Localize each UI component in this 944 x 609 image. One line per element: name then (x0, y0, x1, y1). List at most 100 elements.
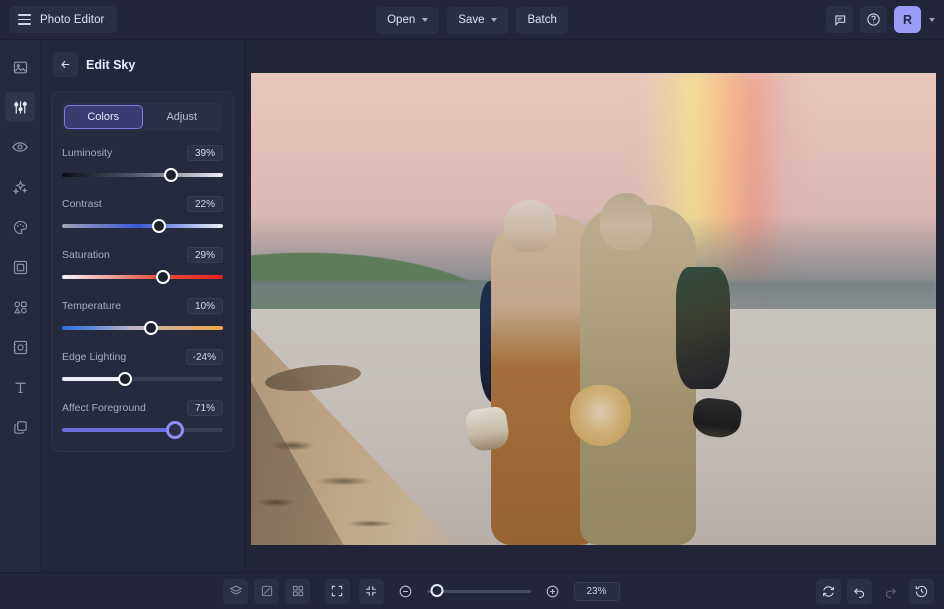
slider-track (62, 173, 223, 177)
zoom-level-value[interactable]: 23% (574, 582, 620, 601)
zoom-slider-handle[interactable] (430, 584, 443, 597)
reset-button[interactable] (816, 579, 841, 604)
grid-button[interactable] (285, 579, 310, 604)
rail-item-effects[interactable] (5, 172, 35, 202)
bottom-bar: 23% (0, 572, 944, 609)
rail-item-transform[interactable] (5, 332, 35, 362)
slider-handle[interactable] (118, 372, 132, 386)
slider-value[interactable]: -24% (186, 349, 223, 365)
slider-label: Affect Foreground (62, 402, 146, 414)
slider-handle[interactable] (164, 168, 178, 182)
compare-button[interactable] (254, 579, 279, 604)
hamburger-icon[interactable] (18, 14, 31, 25)
slider-handle[interactable] (156, 270, 170, 284)
rail-item-text[interactable] (5, 372, 35, 402)
arrow-left-icon (59, 58, 72, 71)
slider-track-area[interactable] (62, 372, 223, 386)
rail-item-image[interactable] (5, 52, 35, 82)
undo-icon (852, 584, 867, 599)
app-menu-button[interactable]: Photo Editor (9, 6, 117, 33)
slider-value[interactable]: 10% (187, 298, 223, 314)
comment-button[interactable] (826, 6, 853, 33)
bottom-right-tools (816, 579, 934, 604)
comment-icon (833, 13, 847, 27)
open-button[interactable]: Open (376, 7, 439, 34)
rail-item-adjust[interactable] (5, 92, 35, 122)
slider-handle[interactable] (152, 219, 166, 233)
photo-straw-hat (570, 385, 632, 446)
history-button[interactable] (909, 579, 934, 604)
app-title: Photo Editor (40, 14, 105, 26)
layers-button[interactable] (223, 579, 248, 604)
slider-label: Edge Lighting (62, 351, 126, 363)
panel-header: Edit Sky (51, 52, 234, 77)
rail-item-layers[interactable] (5, 412, 35, 442)
fill-screen-button[interactable] (359, 579, 384, 604)
back-button[interactable] (53, 52, 78, 77)
image-icon (12, 59, 29, 76)
tab-adjust[interactable]: Adjust (143, 105, 222, 129)
canvas-area[interactable] (245, 40, 944, 572)
slider-value[interactable]: 29% (187, 247, 223, 263)
undo-button[interactable] (847, 579, 872, 604)
slider-contrast: Contrast 22% (62, 196, 223, 233)
fit-screen-button[interactable] (325, 579, 350, 604)
rail-item-frame[interactable] (5, 252, 35, 282)
redo-icon (883, 584, 898, 599)
slider-track-area[interactable] (62, 168, 223, 182)
slider-label: Contrast (62, 198, 102, 210)
slider-edge-lighting: Edge Lighting -24% (62, 349, 223, 386)
open-button-label: Open (387, 14, 415, 26)
tool-rail (0, 40, 41, 572)
chevron-down-icon (422, 18, 428, 22)
photo-backpack-right (676, 267, 731, 390)
rail-item-shapes[interactable] (5, 292, 35, 322)
slider-luminosity: Luminosity 39% (62, 145, 223, 182)
rail-item-color[interactable] (5, 212, 35, 242)
slider-handle[interactable] (144, 321, 158, 335)
avatar-chevron-down-icon[interactable] (929, 18, 935, 22)
zoom-slider[interactable] (427, 584, 531, 598)
bottom-left-tools (223, 579, 310, 604)
photo-canvas[interactable] (251, 73, 936, 545)
slider-track-area[interactable] (62, 423, 223, 437)
panel-title: Edit Sky (86, 58, 135, 72)
save-button[interactable]: Save (447, 7, 508, 34)
slider-affect-foreground: Affect Foreground 71% (62, 400, 223, 437)
slider-handle[interactable] (166, 421, 184, 439)
slider-track (62, 224, 223, 228)
main-body: Edit Sky Colors Adjust Luminosity 39% (0, 40, 944, 572)
fill-screen-icon (364, 584, 378, 598)
save-button-label: Save (458, 14, 484, 26)
zoom-out-button[interactable] (393, 579, 418, 604)
top-bar: Photo Editor Open Save Batch (0, 0, 944, 40)
batch-button[interactable]: Batch (516, 7, 567, 34)
redo-button[interactable] (878, 579, 903, 604)
slider-header: Temperature 10% (62, 298, 223, 314)
zoom-in-icon (545, 584, 560, 599)
rail-item-visibility[interactable] (5, 132, 35, 162)
help-button[interactable] (860, 6, 887, 33)
transform-icon (12, 339, 29, 356)
layers-icon (229, 584, 243, 598)
slider-track-area[interactable] (62, 219, 223, 233)
history-icon (914, 584, 929, 599)
edit-panel: Edit Sky Colors Adjust Luminosity 39% (41, 40, 245, 572)
photo-shore-debris (251, 403, 457, 545)
zoom-out-icon (398, 584, 413, 599)
slider-label: Temperature (62, 300, 121, 312)
photo-person-left-head (504, 200, 555, 252)
slider-value[interactable]: 22% (187, 196, 223, 212)
zoom-in-button[interactable] (540, 579, 565, 604)
slider-value[interactable]: 71% (187, 400, 223, 416)
slider-track (62, 275, 223, 279)
photo-editor-app: Photo Editor Open Save Batch (0, 0, 944, 609)
slider-value[interactable]: 39% (187, 145, 223, 161)
slider-track-area[interactable] (62, 270, 223, 284)
sparkles-icon (12, 179, 29, 196)
slider-track-area[interactable] (62, 321, 223, 335)
avatar[interactable]: R (894, 6, 921, 33)
chevron-down-icon (491, 18, 497, 22)
slider-header: Edge Lighting -24% (62, 349, 223, 365)
tab-colors[interactable]: Colors (64, 105, 143, 129)
